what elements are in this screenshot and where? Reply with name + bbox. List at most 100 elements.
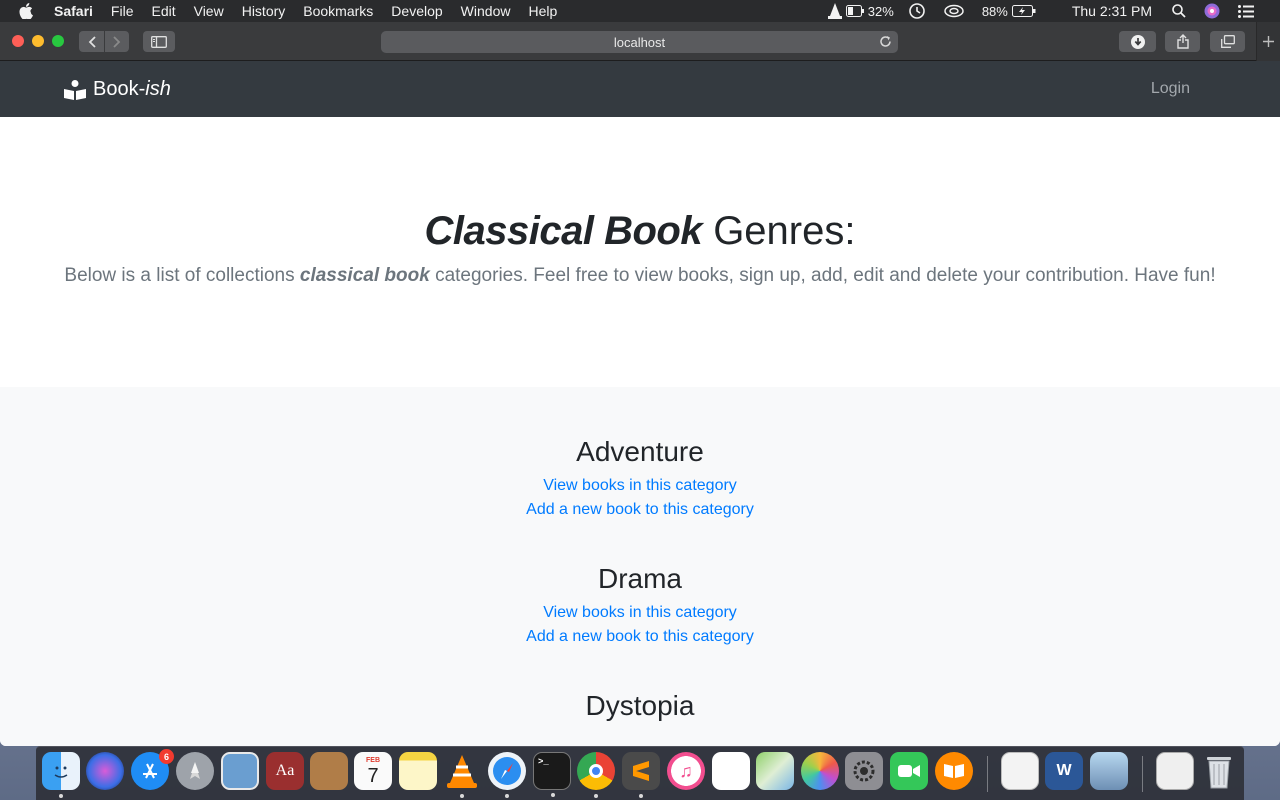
brand-logo-link[interactable]: Book-ish [64,78,171,101]
forward-button[interactable] [104,31,129,52]
reload-icon[interactable] [879,35,892,51]
sidebar-icon [151,35,167,48]
contacts-icon[interactable] [310,752,348,790]
running-indicator [594,794,598,798]
minimize-window-button[interactable] [32,35,44,47]
photos-icon[interactable] [801,752,839,790]
sidebar-toggle-button[interactable] [143,31,175,52]
battery-status[interactable]: 88% [982,4,1040,19]
download-arrow-icon [1130,34,1145,49]
page-title-emphasis: Classical Book [424,209,703,253]
tab-overview-button[interactable] [1210,31,1245,52]
site-navbar: Book-ish Login [0,61,1280,117]
calendar-icon[interactable]: FEB 7 [354,752,392,790]
add-book-link[interactable]: Add a new book to this category [0,498,1280,522]
page-title: Classical Book Genres: [0,207,1280,255]
battery-outline-icon [845,5,864,17]
running-indicator [59,794,63,798]
maps-icon[interactable] [756,752,794,790]
menu-help[interactable]: Help [528,3,557,19]
reminders-icon[interactable] [712,752,750,790]
calendar-month: FEB [366,756,380,764]
back-button[interactable] [79,31,104,52]
genre-item-dystopia: Dystopia [0,689,1280,723]
address-bar[interactable]: localhost [381,31,898,53]
safari-window: localhost Book-ish Login Classical Book … [0,22,1280,746]
view-books-link[interactable]: View books in this category [0,474,1280,498]
dock-separator [987,756,988,792]
genre-item-adventure: Adventure View books in this category Ad… [0,435,1280,522]
textedit-icon[interactable] [1001,752,1039,790]
plus-icon [1263,36,1274,47]
genre-title: Dystopia [585,690,695,721]
siri-menu-icon[interactable] [1204,3,1224,19]
genre-item-drama: Drama View books in this category Add a … [0,562,1280,649]
add-book-link[interactable]: Add a new book to this category [0,625,1280,649]
time-machine-icon[interactable] [908,2,930,20]
menu-clock[interactable]: Thu 2:31 PM [1072,3,1152,19]
menu-file[interactable]: File [111,3,134,19]
word-icon[interactable]: W [1045,752,1083,790]
terminal-icon[interactable]: >_ [533,752,571,797]
finder-icon[interactable] [42,752,80,798]
ibooks-icon[interactable] [935,752,973,790]
image-capture-icon[interactable] [1090,752,1128,790]
running-indicator [551,793,555,797]
menu-window[interactable]: Window [461,3,511,19]
app-store-icon[interactable]: 6 [131,749,174,790]
view-books-link[interactable]: View books in this category [0,601,1280,625]
spotlight-search-icon[interactable] [1172,4,1190,18]
description-start: Below is a list of collections [64,265,300,286]
chevron-right-icon [113,35,121,48]
chevron-left-icon [88,35,96,48]
menu-edit[interactable]: Edit [151,3,175,19]
itunes-icon[interactable]: ♫ [667,752,705,790]
menu-app-safari[interactable]: Safari [54,3,93,19]
facetime-icon[interactable] [890,752,928,790]
downloads-button[interactable] [1119,31,1156,52]
running-indicator [505,794,509,798]
system-preferences-icon[interactable] [845,752,883,790]
menu-develop[interactable]: Develop [391,3,442,19]
genre-list: Adventure View books in this category Ad… [0,387,1280,746]
downloads-stack-icon[interactable] [1156,752,1194,790]
menu-history[interactable]: History [242,3,286,19]
tabs-icon [1220,35,1235,48]
vlc-icon[interactable] [443,752,481,798]
airdrop-status-icon[interactable] [944,4,968,18]
safari-icon[interactable] [488,752,526,798]
share-icon [1176,34,1189,49]
siri-icon[interactable] [86,752,124,790]
menu-view[interactable]: View [194,3,224,19]
chrome-icon[interactable] [577,752,615,798]
calendar-day: 7 [367,764,379,787]
new-tab-button[interactable] [1256,22,1280,61]
app-store-badge: 6 [159,749,174,764]
sublime-icon[interactable] [622,752,660,798]
launchpad-icon[interactable] [176,752,214,790]
close-window-button[interactable] [12,35,24,47]
trash-icon[interactable] [1200,752,1238,790]
notification-center-icon[interactable] [1238,4,1258,18]
safari-toolbar: localhost [0,22,1280,61]
notes-icon[interactable] [399,752,437,790]
page-description: Below is a list of collections classical… [0,264,1280,288]
fullscreen-window-button[interactable] [52,35,64,47]
back-forward-group [79,31,129,52]
share-button[interactable] [1165,31,1200,52]
battery-percent: 88% [981,3,1008,19]
running-indicator [460,794,464,798]
page-title-rest: Genres: [702,209,856,253]
preview-icon[interactable] [221,752,259,790]
genre-title: Drama [597,563,682,594]
apple-menu-icon[interactable] [19,0,37,22]
description-emphasis: classical book [299,265,430,286]
book-reader-icon [64,79,86,100]
address-text: localhost [613,34,666,50]
vlc-status-item[interactable]: 32% [827,3,894,19]
menu-bookmarks[interactable]: Bookmarks [303,3,373,19]
description-end: categories. Feel free to view books, sig… [429,265,1216,286]
login-link[interactable]: Login [1151,80,1190,98]
hero-jumbotron: Classical Book Genres: Below is a list o… [0,117,1280,387]
dictionary-icon[interactable]: Aa [266,752,304,790]
